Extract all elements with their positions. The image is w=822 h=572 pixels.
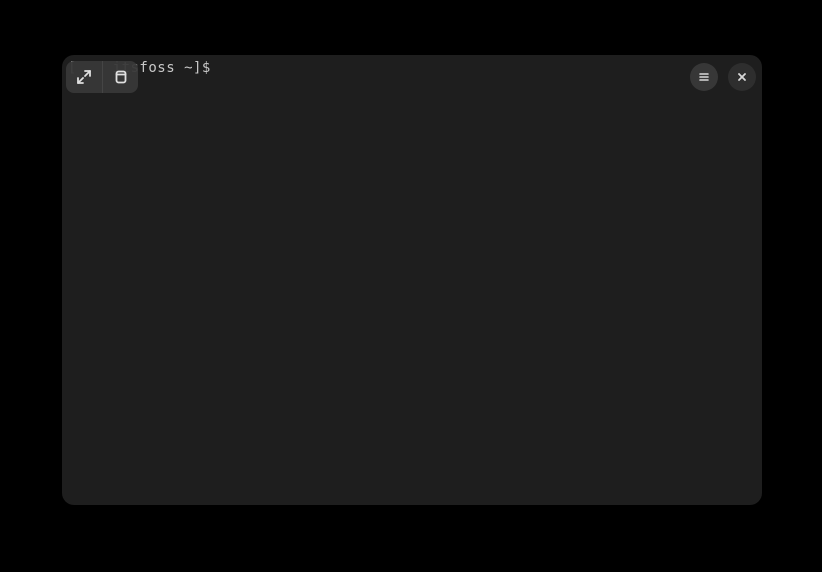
menu-icon	[697, 70, 711, 84]
expand-icon	[76, 69, 92, 85]
terminal-content[interactable]: [ itsfoss ~]$	[62, 55, 762, 81]
prompt-line: [ itsfoss ~]$	[68, 59, 756, 77]
terminal-window[interactable]: [ itsfoss ~]$	[62, 55, 762, 505]
close-icon	[736, 71, 748, 83]
menu-button[interactable]	[690, 63, 718, 91]
copy-button[interactable]	[102, 61, 138, 93]
overlay-toolbar-left	[66, 61, 138, 93]
copy-icon	[113, 69, 129, 85]
close-button[interactable]	[728, 63, 756, 91]
expand-button[interactable]	[66, 61, 102, 93]
overlay-toolbar-right	[690, 63, 756, 91]
